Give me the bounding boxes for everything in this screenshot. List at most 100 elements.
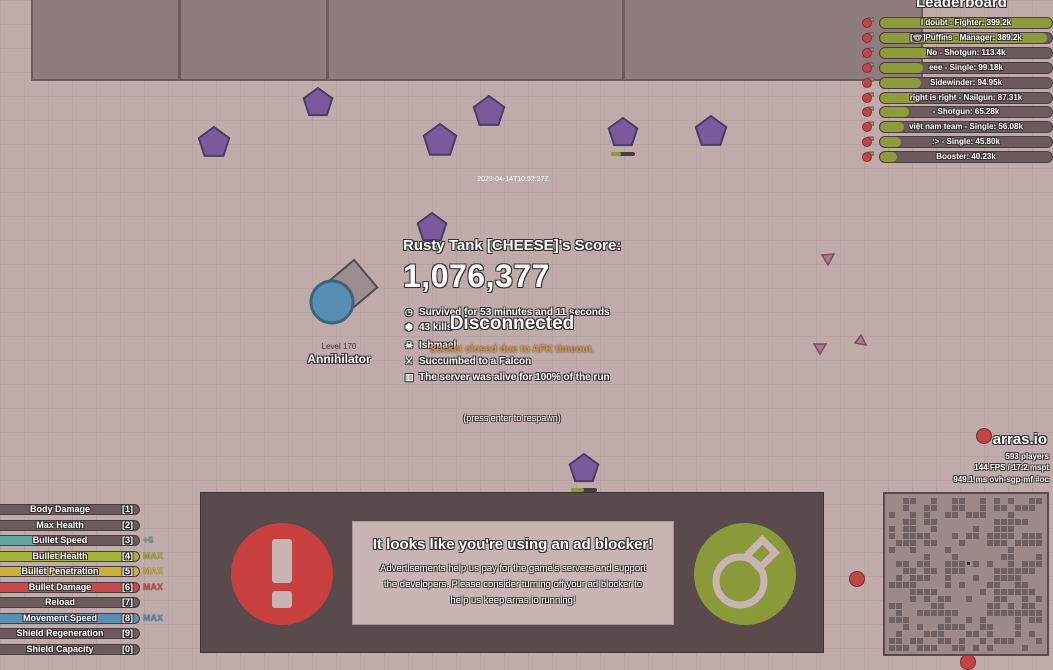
leaderboard-bar: right is right - Nailgun: 87.31k — [879, 91, 1053, 104]
leaderboard-label: :> - Single: 45.80k — [932, 137, 1000, 147]
leaderboard-entry: Sidewinder: 94.95k — [862, 76, 1053, 89]
stat-extra: +6 — [143, 535, 154, 545]
stat-extra: MAX — [143, 581, 163, 592]
tank-icon — [862, 77, 874, 88]
stat-key: [3] — [122, 535, 133, 545]
leaderboard-label: Booster: 40.23k — [936, 152, 996, 162]
player-tank — [309, 258, 379, 325]
leaderboard-label: Sidewinder: 94.95k — [929, 77, 1003, 87]
stat-key: [8] — [122, 612, 133, 623]
leaderboard-title: Leaderboard — [916, 0, 1007, 11]
leaderboard-entry: [🐨]Puffins - Manager: 389.2k — [862, 31, 1053, 44]
tank-icon — [862, 136, 874, 148]
leaderboard-bar: No - Shotgun: 113.4k — [879, 46, 1053, 59]
warning-icon — [231, 523, 333, 625]
tank-icon — [862, 106, 874, 118]
pentagon-shape — [694, 114, 728, 146]
wall-block — [327, 0, 624, 81]
leaderboard-label: No - Shotgun: 113.4k — [926, 47, 1006, 57]
succumbed-line: ⚔ Succumbed to a Falcon — [405, 356, 532, 367]
leaderboard-label: right is right - Nailgun: 87.31k — [909, 92, 1023, 102]
stat-label: Bullet Health — [32, 550, 88, 561]
player-tank-name: Annihilator — [307, 352, 371, 366]
leaderboard-entry: eee - Single: 99.18k — [862, 61, 1053, 74]
stat-key: [1] — [122, 504, 133, 514]
bomb-icon — [694, 523, 796, 625]
stat-label: Reload — [44, 597, 75, 607]
score-title: Rusty Tank [CHEESE]'s Score: — [403, 237, 622, 254]
server-alive-line: ▥ The server was alive for 100% of the ru… — [405, 372, 610, 383]
ad-body: Advertisements help us pay for the game'… — [380, 563, 646, 606]
timestamp: 2023-04-14T10:52:37Z — [477, 176, 549, 183]
stat-key: [9] — [122, 628, 133, 638]
enemy-dot — [976, 428, 992, 444]
stat-label: Bullet Damage — [28, 581, 92, 592]
leaderboard-entry: I doubt - Fighter: 399.2k — [862, 17, 1053, 29]
tank-icon — [862, 17, 874, 28]
tank-icon — [862, 121, 874, 133]
tank-icon — [862, 92, 874, 103]
respawn-hint[interactable]: (press enter to respawn) — [432, 413, 592, 423]
pentagon-shape — [472, 94, 506, 126]
leaderboard-bar: :> - Single: 45.80k — [879, 136, 1053, 149]
triangle-shape — [853, 333, 868, 347]
leaderboard-bar: việt nam team - Single: 56.08k — [879, 121, 1053, 134]
leaderboard-label: eee - Single: 99.18k — [929, 62, 1003, 72]
pentagon-shape — [302, 86, 334, 117]
pentagon-shape — [607, 116, 639, 147]
wall-block — [179, 0, 328, 81]
disconnected-title: Disconnected — [449, 313, 575, 334]
stat-key: [6] — [122, 581, 133, 592]
leaderboard-bar: eee - Single: 99.18k — [879, 61, 1053, 74]
leaderboard-entry: No - Shotgun: 113.4k — [862, 46, 1053, 59]
stat-key: [0] — [122, 643, 133, 654]
stat-extra: MAX — [143, 566, 163, 576]
server-icon: ▥ — [405, 372, 414, 382]
stat-extra: MAX — [143, 550, 163, 561]
minimap — [883, 492, 1049, 656]
leaderboard-label: - Shotgun: 65.28k — [932, 107, 1000, 117]
pentagon-health-bar — [611, 152, 635, 156]
stat-key: [5] — [122, 566, 133, 576]
stat-key: [2] — [122, 519, 133, 530]
leaderboard-bar: Sidewinder: 94.95k — [879, 76, 1053, 89]
triangle-shape — [820, 253, 836, 267]
stat-label: Bullet Speed — [32, 535, 88, 545]
enemy-dot — [960, 654, 976, 670]
tank-icon — [862, 47, 874, 58]
leaderboard-bar: Booster: 40.23k — [879, 151, 1053, 164]
leaderboard-entry: Booster: 40.23k — [862, 151, 1053, 164]
pentagon-shape — [197, 125, 231, 157]
server-name: arras.io — [992, 431, 1047, 448]
tank-icon — [862, 62, 874, 73]
ad-blocker-notice: It looks like you're using an ad blocker… — [200, 492, 824, 653]
ad-message-box: It looks like you're using an ad blocker… — [352, 521, 674, 625]
leaderboard-entry: :> - Single: 45.80k — [862, 136, 1053, 149]
stat-label: Body Damage — [29, 504, 91, 514]
minimap-player-marker — [967, 562, 970, 565]
stat-label: Shield Regeneration — [16, 628, 104, 638]
sword-icon: ⚔ — [405, 356, 414, 366]
tank-icon — [862, 151, 874, 162]
leaderboard-label: việt nam team - Single: 56.08k — [909, 122, 1023, 132]
triangle-shape — [812, 343, 828, 356]
fps-readout: 144 FPS / 17.2 mspt — [974, 463, 1049, 472]
leaderboard-label: [🐨]Puffins - Manager: 389.2k — [910, 32, 1022, 42]
stat-label: Max Health — [36, 519, 84, 530]
player-level: Level 170 — [321, 342, 357, 351]
stat-label: Shield Capacity — [26, 643, 94, 654]
wall-block — [31, 0, 180, 81]
leaderboard-bar: [🐨]Puffins - Manager: 389.2k — [879, 31, 1053, 44]
tank-icon — [862, 32, 874, 43]
ping-readout: 949.1 ms ovh-sgp-mf #oc — [953, 475, 1049, 484]
stat-key: [7] — [122, 597, 133, 607]
stat-label: Movement Speed — [22, 612, 98, 623]
pentagon-shape — [568, 452, 600, 483]
leaderboard-bar: - Shotgun: 65.28k — [879, 106, 1053, 119]
leaderboard-bar: I doubt - Fighter: 399.2k — [879, 17, 1053, 29]
enemy-dot — [849, 571, 865, 587]
stat-key: [4] — [122, 550, 133, 561]
leaderboard-entry: việt nam team - Single: 56.08k — [862, 121, 1053, 134]
leaderboard-entry: - Shotgun: 65.28k — [862, 106, 1053, 119]
leaderboard-label: I doubt - Fighter: 399.2k — [920, 18, 1012, 27]
